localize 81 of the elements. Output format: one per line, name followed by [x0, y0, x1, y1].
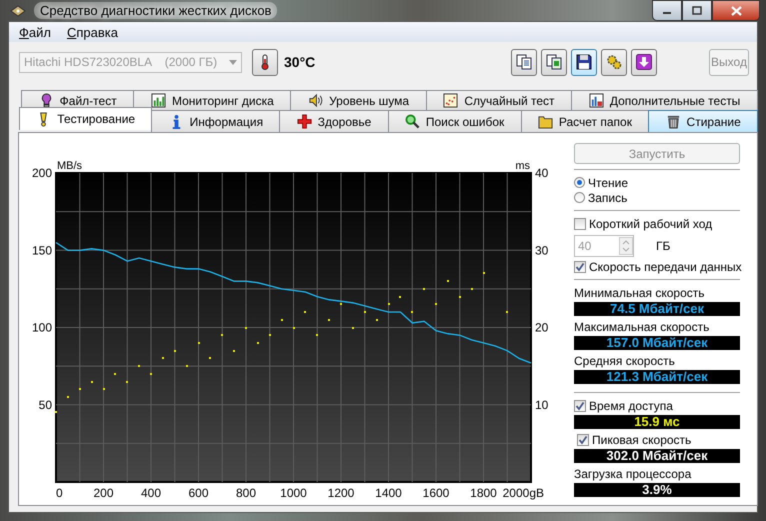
- checkbox[interactable]: [574, 218, 586, 230]
- axis-label: 10: [535, 398, 548, 412]
- checkbox-label[interactable]: Скорость передачи данных: [589, 260, 742, 274]
- tab[interactable]: Поиск ошибок: [388, 110, 522, 132]
- cross-icon: [296, 114, 312, 129]
- speaker-icon: [308, 93, 324, 108]
- axis-label: 100: [32, 320, 52, 334]
- axis-label: 200: [93, 486, 114, 500]
- axis-label: 150: [32, 243, 52, 258]
- tab[interactable]: Дополнительные тесты: [571, 90, 758, 110]
- axis-label: 600: [188, 486, 209, 500]
- readout-value: 121.3 Мбайт/сек: [574, 370, 740, 384]
- checkbox-label[interactable]: Пиковая скорость: [592, 432, 692, 446]
- gears-icon: [606, 54, 622, 70]
- axis-label: 20: [535, 320, 548, 334]
- tab[interactable]: Здоровье: [279, 110, 389, 132]
- menu-item[interactable]: Файл: [13, 24, 57, 40]
- axis-label: 800: [236, 486, 256, 500]
- axis-title: MB/s: [57, 160, 82, 172]
- documents-icon: [516, 54, 532, 70]
- toolbar-button[interactable]: [571, 48, 597, 76]
- grid-chart-icon: [588, 93, 604, 108]
- readout-label: Минимальная скорость: [574, 286, 706, 300]
- trash-can-icon: [666, 114, 681, 129]
- close-button[interactable]: [712, 0, 760, 21]
- axis-label: 30: [535, 243, 548, 258]
- close-icon: [730, 6, 742, 16]
- search-icon: [404, 114, 420, 129]
- readout-value: 15.9 мс: [574, 415, 740, 429]
- axis-label: 40: [535, 166, 548, 180]
- radio-label[interactable]: Запись: [588, 190, 628, 204]
- readout-value: 302.0 Мбайт/сек: [574, 449, 740, 463]
- down-arrow-icon: [636, 54, 652, 70]
- temperature: 30°C: [284, 54, 316, 70]
- axis-title: ms: [515, 160, 530, 172]
- checkbox[interactable]: [574, 400, 586, 412]
- scatter-chart-icon: [443, 93, 458, 108]
- maximize-icon: [692, 6, 702, 15]
- tab[interactable]: Тестирование: [19, 107, 152, 130]
- tab[interactable]: Случайный тест: [426, 90, 572, 110]
- readout-value: 74.5 Мбайт/сек: [574, 302, 740, 316]
- axis-label: 200: [32, 166, 52, 180]
- checkbox-label[interactable]: Короткий рабочий ход: [589, 216, 712, 230]
- toolbar-button[interactable]: [541, 48, 567, 76]
- menu-item[interactable]: Справка: [60, 24, 124, 40]
- toolbar-button[interactable]: [511, 48, 537, 76]
- radio-label[interactable]: Чтение: [588, 176, 628, 190]
- thermometer-button[interactable]: [252, 48, 278, 76]
- minimize-button[interactable]: [652, 0, 682, 21]
- tab[interactable]: Уровень шума: [290, 90, 427, 110]
- axis-label: 50: [38, 398, 52, 412]
- tab[interactable]: Мониторинг диска: [133, 90, 292, 110]
- axis-label: 2000gB: [502, 486, 544, 500]
- caret-icon: [229, 60, 237, 64]
- axis-label: 0: [56, 486, 63, 500]
- tab[interactable]: Расчет папок: [520, 110, 650, 132]
- checkbox[interactable]: [574, 260, 586, 272]
- axis-label: 1000: [280, 486, 307, 500]
- toolbar-button[interactable]: [631, 48, 657, 76]
- checkbox[interactable]: [577, 434, 589, 446]
- tab[interactable]: Информация: [151, 110, 280, 132]
- readout-label: Средняя скорость: [574, 354, 676, 368]
- readout-label: Загрузка процессора: [574, 467, 692, 481]
- readout-label: Максимальная скорость: [574, 320, 710, 334]
- toolbar-button[interactable]: [601, 48, 627, 76]
- folder-icon: [538, 114, 553, 129]
- axis-label: 1800: [470, 486, 497, 500]
- axis-label: 1200: [328, 486, 354, 500]
- axis-label: 1600: [422, 486, 450, 500]
- readout-value: 157.0 Мбайт/сек: [574, 336, 740, 350]
- axis-label: 1400: [375, 486, 402, 500]
- radio-button[interactable]: [574, 177, 585, 188]
- documents-icon: [546, 54, 562, 70]
- tab[interactable]: Стирание: [648, 110, 758, 132]
- checkbox-label[interactable]: Время доступа: [589, 398, 673, 412]
- radio-button[interactable]: [574, 192, 585, 203]
- unit-label: ГБ: [656, 239, 670, 253]
- readout-value: 3.9%: [574, 483, 740, 497]
- maximize-button[interactable]: [682, 0, 712, 21]
- bar-chart-icon: [151, 93, 166, 108]
- axis-label: 400: [140, 486, 162, 500]
